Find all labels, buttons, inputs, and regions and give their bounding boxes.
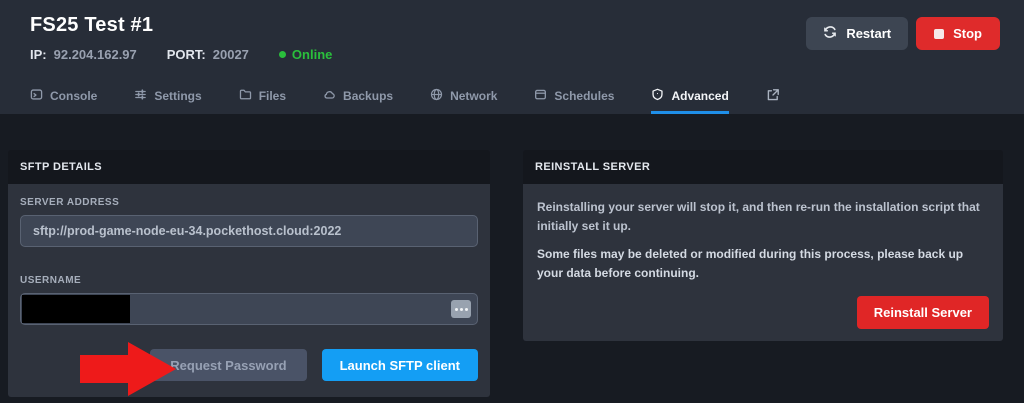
- ip-value: 92.204.162.97: [54, 47, 137, 62]
- username-more-button[interactable]: [451, 300, 471, 318]
- tab-advanced[interactable]: Advanced: [651, 84, 728, 114]
- tab-bar: Console Settings Files: [0, 84, 1024, 114]
- sftp-panel-title: SFTP DETAILS: [8, 150, 490, 184]
- reinstall-warning: Some files may be deleted or modified du…: [537, 245, 989, 282]
- status-badge: Online: [279, 47, 332, 62]
- tab-console[interactable]: Console: [30, 84, 97, 114]
- page-title: FS25 Test #1: [30, 14, 332, 37]
- sftp-details-panel: SFTP DETAILS SERVER ADDRESS USERNAME Req…: [8, 150, 490, 397]
- stop-icon: [934, 29, 944, 39]
- open-external-link[interactable]: [766, 84, 780, 114]
- restart-button[interactable]: Restart: [806, 17, 908, 50]
- folder-icon: [239, 88, 252, 104]
- globe-icon: [430, 88, 443, 104]
- cloud-icon: [323, 88, 336, 104]
- server-actions: Restart Stop: [806, 14, 1000, 50]
- tab-settings[interactable]: Settings: [134, 84, 201, 114]
- server-address-input[interactable]: [20, 215, 478, 247]
- ellipsis-icon: [460, 308, 463, 311]
- tab-console-label: Console: [50, 89, 97, 103]
- request-password-button[interactable]: Request Password: [150, 349, 306, 381]
- sliders-icon: [134, 88, 147, 104]
- reinstall-server-panel: REINSTALL SERVER Reinstalling your serve…: [523, 150, 1003, 341]
- game-server-panel: FS25 Test #1 IP: 92.204.162.97 PORT: 200…: [0, 0, 1024, 403]
- advanced-tab-content: SFTP DETAILS SERVER ADDRESS USERNAME Req…: [0, 114, 1024, 397]
- tab-schedules-label: Schedules: [554, 89, 614, 103]
- server-title-block: FS25 Test #1 IP: 92.204.162.97 PORT: 200…: [30, 14, 332, 62]
- server-header: FS25 Test #1 IP: 92.204.162.97 PORT: 200…: [0, 0, 1024, 114]
- server-meta-row: IP: 92.204.162.97 PORT: 20027 Online: [30, 47, 332, 62]
- reinstall-description: Reinstalling your server will stop it, a…: [537, 198, 989, 235]
- username-label: USERNAME: [20, 275, 478, 286]
- external-link-icon: [766, 88, 780, 105]
- tab-network[interactable]: Network: [430, 84, 497, 114]
- tab-files[interactable]: Files: [239, 84, 286, 114]
- refresh-icon: [823, 25, 837, 42]
- tab-schedules[interactable]: Schedules: [534, 84, 614, 114]
- server-address-label: SERVER ADDRESS: [20, 197, 478, 208]
- tab-files-label: Files: [259, 89, 286, 103]
- shield-icon: [651, 88, 664, 104]
- tab-settings-label: Settings: [154, 89, 201, 103]
- online-dot-icon: [279, 51, 286, 58]
- tab-backups[interactable]: Backups: [323, 84, 393, 114]
- calendar-icon: [534, 88, 547, 104]
- port-value: 20027: [213, 47, 249, 62]
- reinstall-panel-title: REINSTALL SERVER: [523, 150, 1003, 184]
- port-label: PORT:: [167, 47, 206, 62]
- stop-button[interactable]: Stop: [916, 17, 1000, 50]
- console-icon: [30, 88, 43, 104]
- stop-button-label: Stop: [953, 26, 982, 41]
- username-redaction-box: [22, 295, 130, 323]
- tab-advanced-label: Advanced: [671, 89, 728, 103]
- status-text: Online: [292, 47, 332, 62]
- launch-sftp-client-button[interactable]: Launch SFTP client: [322, 349, 478, 381]
- reinstall-server-button[interactable]: Reinstall Server: [857, 296, 989, 329]
- restart-button-label: Restart: [846, 26, 891, 41]
- tab-backups-label: Backups: [343, 89, 393, 103]
- tab-network-label: Network: [450, 89, 497, 103]
- ip-label: IP:: [30, 47, 47, 62]
